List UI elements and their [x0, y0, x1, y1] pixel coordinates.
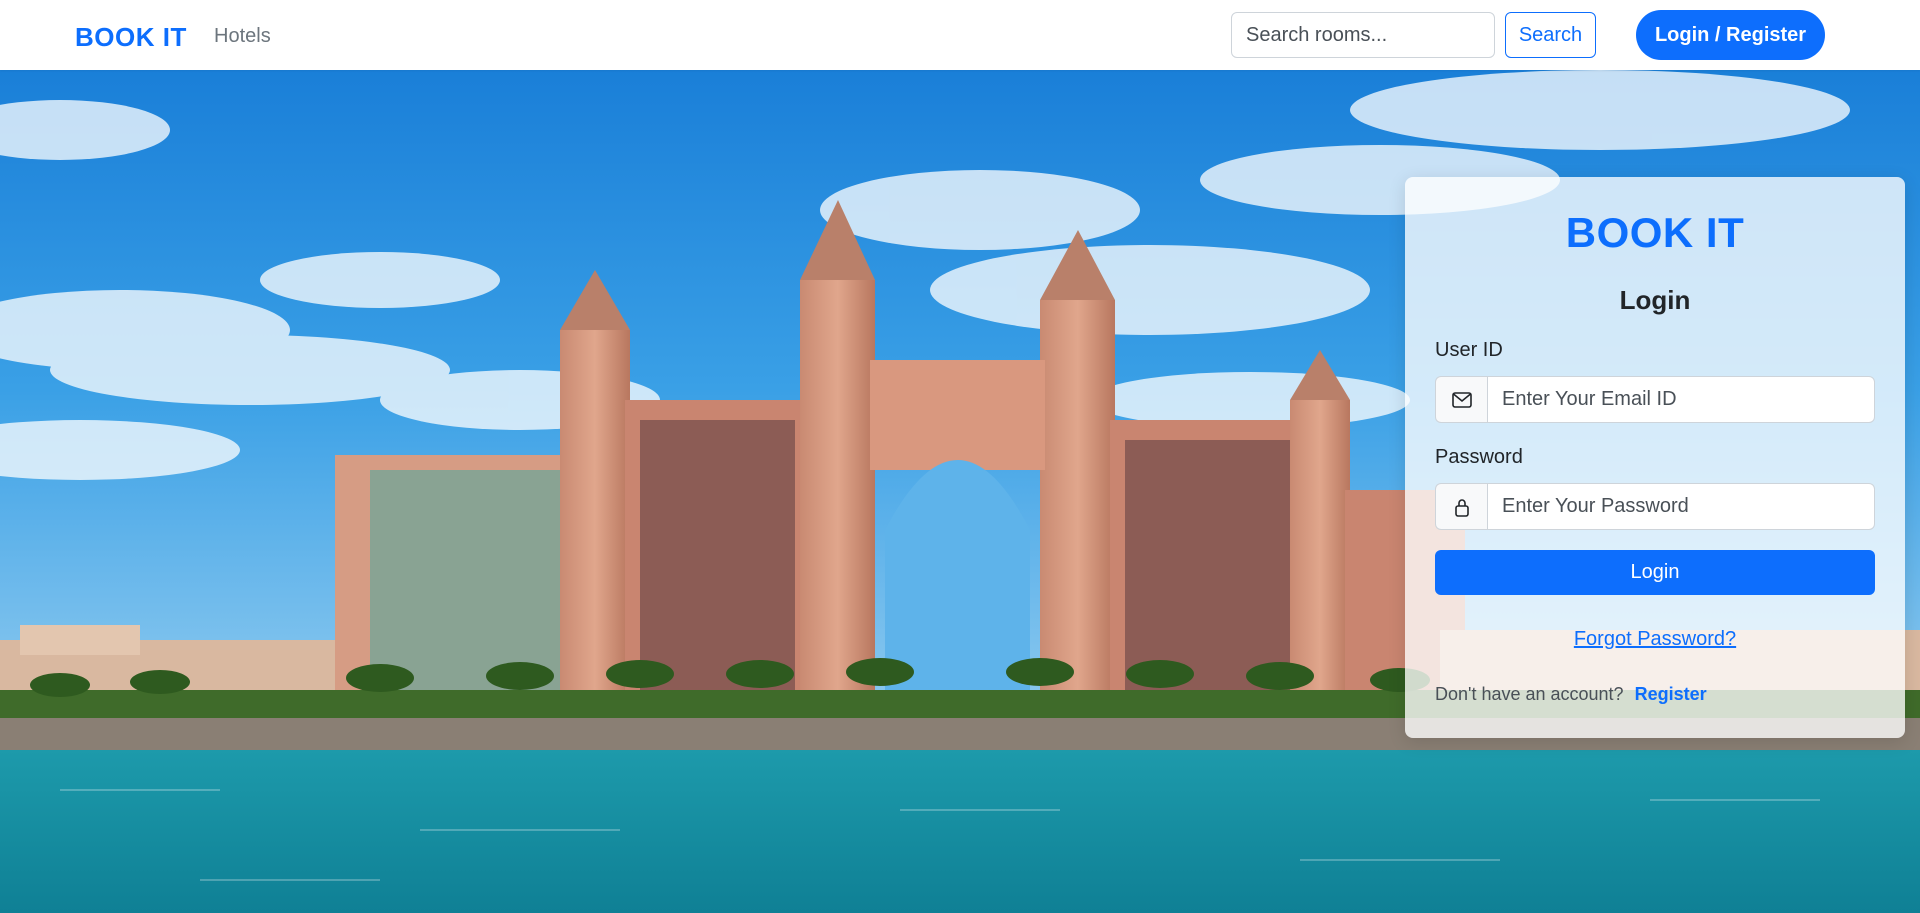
- email-field[interactable]: [1487, 376, 1875, 423]
- user-id-input-group: [1435, 376, 1875, 423]
- brand-logo[interactable]: BOOK IT: [75, 22, 187, 53]
- forgot-password-link[interactable]: Forgot Password?: [1405, 628, 1905, 651]
- login-card: BOOK IT Login User ID Password Login For…: [1405, 177, 1905, 738]
- register-prompt: Don't have an account? Register: [1435, 684, 1707, 705]
- card-brand-title: BOOK IT: [1565, 209, 1745, 256]
- login-register-button[interactable]: Login / Register: [1636, 10, 1825, 60]
- lock-icon: [1435, 483, 1487, 530]
- user-id-label: User ID: [1435, 339, 1503, 361]
- no-account-text: Don't have an account?: [1435, 684, 1624, 704]
- envelope-icon: [1435, 376, 1487, 423]
- login-submit-button[interactable]: Login: [1435, 550, 1875, 595]
- password-label: Password: [1435, 446, 1523, 468]
- login-heading: Login: [1619, 285, 1691, 315]
- search-input[interactable]: [1231, 12, 1495, 58]
- search-button[interactable]: Search: [1505, 12, 1596, 58]
- top-navbar: BOOK IT Hotels Search Login / Register: [0, 0, 1920, 70]
- password-input-group: [1435, 483, 1875, 530]
- nav-link-hotels[interactable]: Hotels: [214, 25, 271, 48]
- register-link[interactable]: Register: [1635, 684, 1707, 704]
- password-field[interactable]: [1487, 483, 1875, 530]
